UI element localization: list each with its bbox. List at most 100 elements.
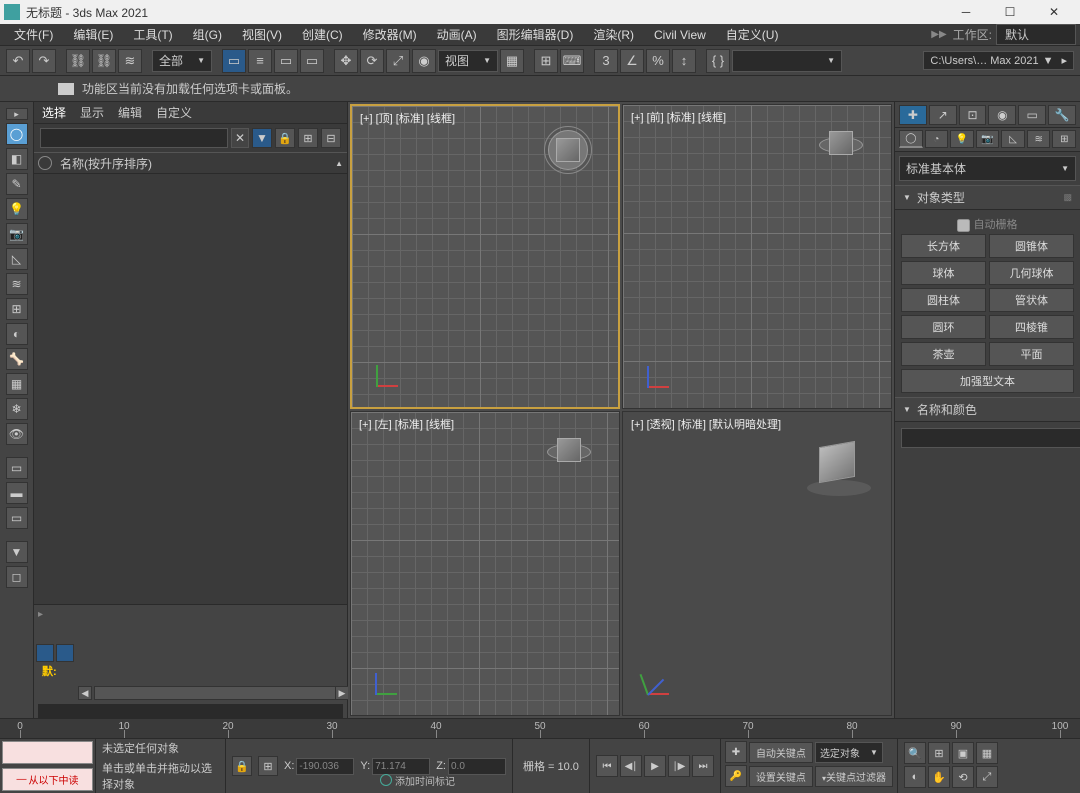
viewcube-persp[interactable] bbox=[813, 440, 865, 492]
pan-button[interactable]: ✋ bbox=[928, 766, 950, 788]
select-by-name-button[interactable]: ≡ bbox=[248, 49, 272, 73]
zoom-extents-button[interactable]: ▣ bbox=[952, 742, 974, 764]
filter-funnel-icon[interactable]: ▼ bbox=[6, 541, 28, 563]
viewport-top-label[interactable]: [+] [顶] [标准] [线框] bbox=[360, 110, 455, 126]
pivot-center-button[interactable]: ▦ bbox=[500, 49, 524, 73]
display-toggle-3-icon[interactable]: ▭ bbox=[6, 507, 28, 529]
clear-search-button[interactable]: ✕ bbox=[231, 128, 249, 148]
spinner-snap-button[interactable]: ↕ bbox=[672, 49, 696, 73]
orbit-button[interactable]: ⟲ bbox=[952, 766, 974, 788]
lights-category[interactable]: 💡 bbox=[950, 130, 974, 148]
rotate-button[interactable]: ⟳ bbox=[360, 49, 384, 73]
object-name-input[interactable] bbox=[901, 428, 1080, 448]
move-button[interactable]: ✥ bbox=[334, 49, 358, 73]
filter-xrefs-icon[interactable]: ◐ bbox=[6, 323, 28, 345]
scene-tree-body[interactable] bbox=[34, 174, 347, 604]
workspace-selector[interactable]: 默认 bbox=[996, 24, 1076, 45]
plane-button[interactable]: 平面 bbox=[989, 342, 1074, 366]
menu-render[interactable]: 渲染(R) bbox=[583, 24, 644, 46]
menu-create[interactable]: 创建(C) bbox=[292, 24, 353, 46]
abs-rel-button[interactable]: ⊞ bbox=[258, 756, 278, 776]
track-bar-stub[interactable] bbox=[38, 704, 343, 718]
window-crossing-button[interactable]: ▭ bbox=[300, 49, 324, 73]
zoom-button[interactable]: 🔍 bbox=[904, 742, 926, 764]
view-mode-2-button[interactable]: ⊟ bbox=[321, 128, 341, 148]
time-slider-stub[interactable] bbox=[94, 686, 337, 700]
scene-list-header[interactable]: 名称(按升序排序) ▲ bbox=[34, 152, 347, 174]
maximize-viewport-button[interactable]: ⤢ bbox=[976, 766, 998, 788]
helpers-category[interactable]: ◺ bbox=[1001, 130, 1025, 148]
primitive-type-dropdown[interactable]: 标准基本体▼ bbox=[899, 156, 1076, 181]
manipulate-button[interactable]: ⊞ bbox=[534, 49, 558, 73]
layout-icon-1[interactable] bbox=[36, 644, 54, 662]
menu-file[interactable]: 文件(F) bbox=[4, 24, 63, 46]
tab-customize[interactable]: 自定义 bbox=[156, 104, 192, 121]
lock-selection-button[interactable]: 🔒 bbox=[232, 756, 252, 776]
menu-grapheditor[interactable]: 图形编辑器(D) bbox=[487, 24, 584, 46]
tab-display[interactable]: 显示 bbox=[80, 104, 104, 121]
minimize-button[interactable]: ─ bbox=[944, 0, 988, 24]
unlink-button[interactable]: ⛓ bbox=[92, 49, 116, 73]
filter-geometry-icon[interactable]: ◧ bbox=[6, 148, 28, 170]
geosphere-button[interactable]: 几何球体 bbox=[989, 261, 1074, 285]
display-toggle-1-icon[interactable]: ▭ bbox=[6, 457, 28, 479]
viewport-persp-label[interactable]: [+] [透视] [标准] [默认明暗处理] bbox=[631, 416, 781, 432]
redo-button[interactable]: ↷ bbox=[32, 49, 56, 73]
project-path[interactable]: C:\Users\… Max 2021▼▸ bbox=[923, 51, 1074, 70]
viewport-perspective[interactable]: [+] [透视] [标准] [默认明暗处理] bbox=[622, 411, 892, 716]
spacewarps-category[interactable]: ≋ bbox=[1027, 130, 1051, 148]
systems-category[interactable]: ⊞ bbox=[1052, 130, 1076, 148]
lock-button[interactable]: 🔒 bbox=[275, 128, 295, 148]
viewcube-front[interactable] bbox=[811, 119, 871, 179]
viewcube-left[interactable] bbox=[539, 426, 599, 486]
bind-spacewarp-button[interactable]: ≋ bbox=[118, 49, 142, 73]
scale-button[interactable]: ⤢ bbox=[386, 49, 410, 73]
search-filter-button[interactable]: ▼ bbox=[252, 128, 272, 148]
time-ruler[interactable]: 0102030405060708090100 bbox=[0, 718, 1080, 738]
percent-snap-button[interactable]: % bbox=[646, 49, 670, 73]
filter-tag-icon[interactable]: ◻ bbox=[6, 566, 28, 588]
modify-tab[interactable]: ↗ bbox=[929, 105, 957, 125]
create-tab[interactable]: ✚ bbox=[899, 105, 927, 125]
placement-button[interactable]: ◉ bbox=[412, 49, 436, 73]
fov-button[interactable]: ◐ bbox=[904, 766, 926, 788]
menu-customize[interactable]: 自定义(U) bbox=[716, 24, 789, 46]
zoom-extents-all-button[interactable]: ▦ bbox=[976, 742, 998, 764]
filter-groups-icon[interactable]: ⊞ bbox=[6, 298, 28, 320]
auto-key-button[interactable]: 自动关键点 bbox=[749, 742, 813, 763]
tab-edit[interactable]: 编辑 bbox=[118, 104, 142, 121]
named-selection-dropdown[interactable]: ▼ bbox=[732, 50, 842, 72]
angle-snap-button[interactable]: ∠ bbox=[620, 49, 644, 73]
menu-group[interactable]: 组(G) bbox=[183, 24, 232, 46]
column-name-header[interactable]: 名称(按升序排序) bbox=[60, 155, 327, 172]
expand-footer-button[interactable]: ▸ bbox=[38, 609, 43, 620]
set-key-icon-button[interactable]: ✚ bbox=[725, 741, 747, 763]
frame-box-label[interactable]: —从以下中读 bbox=[2, 768, 93, 791]
filter-spacewarps-icon[interactable]: ≋ bbox=[6, 273, 28, 295]
hierarchy-tab[interactable]: ⊡ bbox=[959, 105, 987, 125]
select-object-button[interactable]: ▭ bbox=[222, 49, 246, 73]
menu-edit[interactable]: 编辑(E) bbox=[63, 24, 123, 46]
slider-right-button[interactable]: ▶ bbox=[335, 686, 349, 700]
cone-button[interactable]: 圆锥体 bbox=[989, 234, 1074, 258]
frame-box-top[interactable] bbox=[2, 741, 93, 764]
ref-coord-dropdown[interactable]: 视图▼ bbox=[438, 50, 498, 72]
x-input[interactable] bbox=[296, 758, 354, 775]
close-button[interactable]: ✕ bbox=[1032, 0, 1076, 24]
filter-all-icon[interactable]: ◯ bbox=[6, 123, 28, 145]
explorer-collapse-icon[interactable]: ▸ bbox=[6, 108, 28, 120]
box-button[interactable]: 长方体 bbox=[901, 234, 986, 258]
viewport-front[interactable]: [+] [前] [标准] [线框] bbox=[622, 104, 892, 409]
zoom-all-button[interactable]: ⊞ bbox=[928, 742, 950, 764]
sphere-button[interactable]: 球体 bbox=[901, 261, 986, 285]
layout-icon-2[interactable] bbox=[56, 644, 74, 662]
filter-lights-icon[interactable]: 💡 bbox=[6, 198, 28, 220]
rect-region-button[interactable]: ▭ bbox=[274, 49, 298, 73]
viewcube-top[interactable] bbox=[538, 120, 598, 180]
viewport-left[interactable]: [+] [左] [标准] [线框] bbox=[350, 411, 620, 716]
tab-select[interactable]: 选择 bbox=[42, 104, 66, 121]
selection-filter-dropdown[interactable]: 全部▼ bbox=[152, 50, 212, 72]
viewport-left-label[interactable]: [+] [左] [标准] [线框] bbox=[359, 416, 454, 432]
link-button[interactable]: ⛓ bbox=[66, 49, 90, 73]
tube-button[interactable]: 管状体 bbox=[989, 288, 1074, 312]
